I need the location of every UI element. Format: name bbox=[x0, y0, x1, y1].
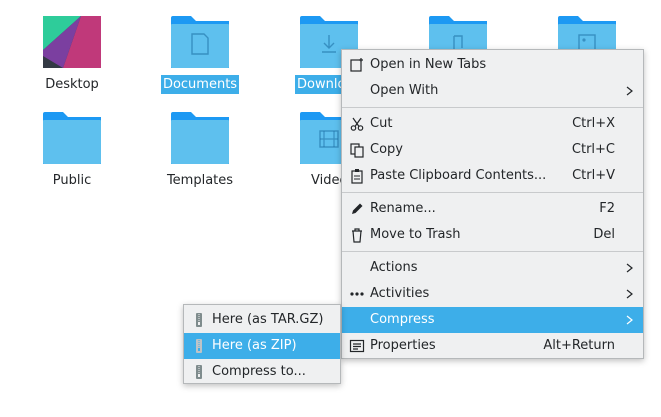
archive-icon bbox=[196, 365, 202, 379]
archive-icon bbox=[196, 339, 202, 353]
menu-separator bbox=[342, 192, 643, 193]
menu-item-copy[interactable]: Copy Ctrl+C bbox=[342, 137, 643, 163]
menu-item-open-with[interactable]: Open With bbox=[342, 78, 643, 104]
clipboard-icon bbox=[351, 169, 363, 184]
folder-public-icon bbox=[43, 112, 101, 164]
file-item-public[interactable]: Public bbox=[14, 112, 130, 194]
menu-label: Open in New Tabs bbox=[370, 57, 487, 72]
menu-label: Here (as ZIP) bbox=[212, 338, 297, 353]
menu-label: Open With bbox=[370, 83, 439, 98]
menu-label: Actions bbox=[370, 260, 418, 275]
menu-item-actions[interactable]: Actions bbox=[342, 255, 643, 281]
file-label: Public bbox=[52, 173, 92, 188]
menu-item-paste[interactable]: Paste Clipboard Contents... Ctrl+V bbox=[342, 163, 643, 189]
trash-icon bbox=[352, 228, 362, 243]
properties-icon bbox=[349, 339, 365, 353]
chevron-right-icon bbox=[626, 315, 633, 325]
menu-item-compress[interactable]: Compress bbox=[342, 307, 643, 333]
menu-label: Rename... bbox=[370, 201, 436, 216]
folder-templates-icon bbox=[171, 112, 229, 164]
submenu-item-here-zip[interactable]: Here (as ZIP) bbox=[184, 333, 340, 359]
file-item-documents[interactable]: Documents bbox=[142, 16, 258, 98]
new-tab-icon bbox=[350, 58, 363, 72]
desktop-icon bbox=[43, 16, 101, 68]
menu-label: Cut bbox=[370, 116, 393, 131]
activities-icon bbox=[350, 292, 364, 296]
compress-submenu: Here (as TAR.GZ) Here (as ZIP) Compress … bbox=[183, 304, 341, 384]
folder-documents-icon bbox=[171, 16, 229, 68]
menu-shortcut: Del bbox=[593, 227, 615, 242]
submenu-item-here-tar-gz[interactable]: Here (as TAR.GZ) bbox=[184, 307, 340, 333]
pencil-icon bbox=[352, 203, 363, 214]
menu-shortcut: Ctrl+V bbox=[572, 168, 615, 183]
menu-item-rename[interactable]: Rename... F2 bbox=[342, 196, 643, 222]
file-item-desktop[interactable]: Desktop bbox=[14, 16, 130, 98]
archive-icon bbox=[196, 313, 202, 327]
menu-separator bbox=[342, 251, 643, 252]
file-label: Desktop bbox=[45, 77, 99, 92]
menu-label: Compress to... bbox=[212, 364, 306, 379]
menu-shortcut: F2 bbox=[599, 201, 615, 216]
menu-label: Properties bbox=[370, 338, 436, 353]
menu-item-properties[interactable]: Properties Alt+Return bbox=[342, 333, 643, 359]
chevron-right-icon bbox=[626, 86, 633, 96]
file-label: Templates bbox=[166, 173, 234, 188]
menu-shortcut: Alt+Return bbox=[543, 338, 615, 353]
menu-label: Activities bbox=[370, 286, 430, 301]
menu-shortcut: Ctrl+C bbox=[571, 142, 615, 157]
file-item-templates[interactable]: Templates bbox=[142, 112, 258, 194]
submenu-item-compress-to[interactable]: Compress to... bbox=[184, 359, 340, 385]
menu-label: Copy bbox=[370, 142, 403, 157]
menu-item-open-in-new-tabs[interactable]: Open in New Tabs bbox=[342, 52, 643, 78]
menu-separator bbox=[342, 107, 643, 108]
menu-label: Compress bbox=[370, 312, 435, 327]
file-label: Documents bbox=[160, 75, 240, 94]
menu-label: Paste Clipboard Contents... bbox=[370, 168, 547, 183]
chevron-right-icon bbox=[626, 263, 633, 273]
copy-icon bbox=[350, 143, 364, 158]
chevron-right-icon bbox=[626, 289, 633, 299]
menu-item-cut[interactable]: Cut Ctrl+X bbox=[342, 111, 643, 137]
menu-label: Move to Trash bbox=[370, 227, 461, 242]
menu-shortcut: Ctrl+X bbox=[572, 116, 615, 131]
menu-item-activities[interactable]: Activities bbox=[342, 281, 643, 307]
menu-label: Here (as TAR.GZ) bbox=[212, 312, 324, 327]
scissors-icon bbox=[350, 117, 364, 131]
context-menu: Open in New Tabs Open With Cut Ctrl+X Co… bbox=[341, 49, 644, 359]
menu-item-move-to-trash[interactable]: Move to Trash Del bbox=[342, 222, 643, 248]
